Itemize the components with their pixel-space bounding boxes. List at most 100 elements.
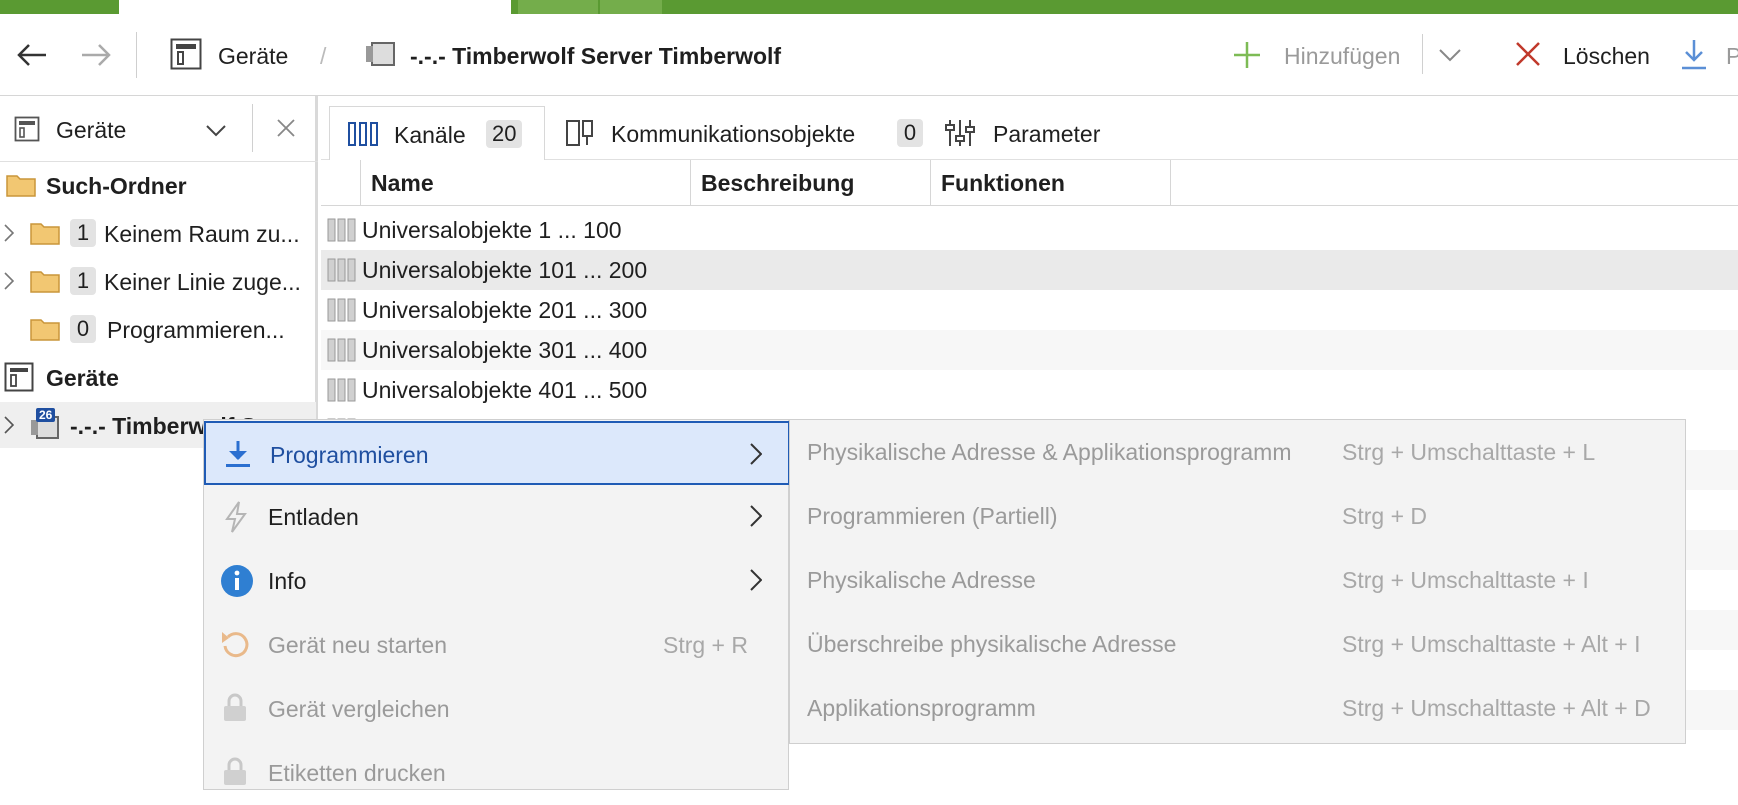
submenu-item-label: Physikalische Adresse [807, 567, 1036, 593]
row-name: Universalobjekte 1 ... 100 [362, 217, 622, 243]
chevron-right-icon[interactable] [4, 272, 14, 290]
tree-item-label: Such-Ordner [46, 173, 187, 199]
breadcrumb-root[interactable]: Geräte [218, 42, 288, 70]
tab-bar: Kanäle 20 Kommunikationsobjekte 0 Parame… [321, 96, 1738, 160]
lock-icon [222, 693, 248, 723]
close-icon[interactable] [276, 118, 296, 138]
count-badge: 20 [486, 120, 523, 148]
chevron-right-icon[interactable] [4, 224, 14, 242]
channel-icon [327, 338, 357, 362]
menu-item-label: Info [268, 568, 307, 594]
submenu-item-application-program[interactable]: Applikationsprogramm Strg + Umschalttast… [790, 676, 1685, 740]
chevron-right-icon [750, 569, 762, 591]
submenu-item-shortcut: Strg + Umschalttaste + Alt + I [1342, 631, 1641, 657]
submenu-item-shortcut: Strg + Umschalttaste + L [1342, 439, 1596, 465]
submenu-item-label: Applikationsprogramm [807, 695, 1036, 721]
tree-item-label: Geräte [46, 365, 119, 391]
devices-icon [14, 116, 40, 142]
menu-item-info[interactable]: Info [204, 549, 790, 613]
row-name: Universalobjekte 401 ... 500 [362, 377, 648, 403]
menu-item-unload[interactable]: Entladen [204, 485, 790, 549]
truncated-button[interactable]: P [1726, 42, 1738, 70]
tab-communication-objects[interactable]: Kommunikationsobjekte 0 [561, 106, 935, 160]
view-selector[interactable]: Geräte [56, 116, 126, 144]
tab-parameters[interactable]: Parameter [945, 106, 1125, 160]
breadcrumb-separator: / [320, 43, 327, 69]
chevron-right-icon[interactable] [4, 416, 14, 434]
folder-icon [30, 220, 60, 246]
tree-item-label: Programmieren... [107, 317, 285, 343]
menu-item-label: Programmieren [270, 442, 429, 468]
close-icon[interactable] [1514, 40, 1542, 68]
menu-item-program[interactable]: Programmieren [204, 421, 790, 485]
sliders-icon [945, 118, 975, 148]
title-strip-segment[interactable] [518, 0, 598, 14]
restart-icon [220, 629, 252, 659]
menu-item-restart-device[interactable]: Gerät neu starten Strg + R [204, 613, 790, 677]
submenu-item-overwrite-address[interactable]: Überschreibe physikalische Adresse Strg … [790, 612, 1685, 676]
menu-item-shortcut: Strg + R [662, 632, 748, 658]
delete-button[interactable]: Löschen [1563, 42, 1650, 70]
devices-icon [170, 38, 202, 70]
row-name: Universalobjekte 201 ... 300 [362, 297, 648, 323]
table-row[interactable]: Universalobjekte 101 ... 200 [321, 250, 1738, 290]
view-selector-bar: Geräte [0, 96, 318, 162]
download-icon [224, 439, 252, 469]
count-badge: 1 [70, 267, 96, 295]
count-badge: 1 [70, 219, 96, 247]
channel-icon [327, 378, 357, 402]
window-title-strip [0, 0, 1738, 14]
channels-icon [348, 121, 378, 147]
toolbar-divider [1422, 34, 1423, 74]
column-header-row: Name Beschreibung Funktionen [321, 160, 1738, 206]
devices-icon [4, 362, 34, 392]
channel-icon [327, 218, 357, 242]
context-menu: Programmieren Entladen Info Gerät neu st… [203, 419, 790, 790]
count-badge: 0 [897, 119, 923, 147]
table-row[interactable]: Universalobjekte 401 ... 500 [321, 370, 1738, 410]
submenu-item-address-and-application[interactable]: Physikalische Adresse & Applikationsprog… [790, 420, 1685, 484]
arrow-right-icon[interactable] [80, 42, 112, 68]
channel-icon [327, 298, 357, 322]
menu-item-label: Gerät neu starten [268, 632, 447, 658]
menu-item-label: Gerät vergleichen [268, 696, 450, 722]
chevron-right-icon [750, 505, 762, 527]
tree-item[interactable]: 0 Programmieren... [0, 306, 316, 352]
plus-icon[interactable] [1232, 40, 1262, 70]
tab-label: Parameter [993, 121, 1101, 147]
title-strip-segment[interactable] [600, 0, 662, 14]
download-icon[interactable] [1680, 38, 1708, 70]
breadcrumb-device[interactable]: -.-.- Timberwolf Server Timberwolf [410, 42, 781, 70]
active-document-tab[interactable] [119, 0, 511, 14]
chevron-down-icon[interactable] [205, 124, 227, 138]
submenu-item-partial-program[interactable]: Programmieren (Partiell) Strg + D [790, 484, 1685, 548]
programming-submenu: Physikalische Adresse & Applikationsprog… [789, 419, 1686, 744]
tree-item-label: Keiner Linie zuge... [104, 269, 301, 295]
table-row[interactable]: Universalobjekte 301 ... 400 [321, 330, 1738, 370]
tree-item[interactable]: 1 Keinem Raum zu... [0, 210, 316, 256]
count-badge: 0 [70, 315, 96, 343]
tree-item-devices-root[interactable]: Geräte [0, 354, 316, 400]
arrow-left-icon[interactable] [16, 42, 48, 68]
channel-icon [327, 258, 357, 282]
tree-item-search-folder[interactable]: Such-Ordner [0, 162, 316, 208]
tab-channels[interactable]: Kanäle 20 [329, 106, 545, 160]
submenu-item-physical-address[interactable]: Physikalische Adresse Strg + Umschalttas… [790, 548, 1685, 612]
add-button[interactable]: Hinzufügen [1284, 42, 1400, 70]
device-icon [364, 40, 396, 68]
column-header-icon [321, 160, 361, 206]
table-row[interactable]: Universalobjekte 201 ... 300 [321, 290, 1738, 330]
submenu-item-label: Programmieren (Partiell) [807, 503, 1058, 529]
menu-item-print-labels[interactable]: Etiketten drucken [204, 741, 790, 805]
tree-item[interactable]: 1 Keiner Linie zuge... [0, 258, 316, 304]
submenu-item-label: Überschreibe physikalische Adresse [807, 631, 1177, 657]
column-header-name[interactable]: Name [361, 160, 691, 206]
submenu-item-shortcut: Strg + Umschalttaste + I [1342, 567, 1589, 593]
menu-item-compare-device[interactable]: Gerät vergleichen [204, 677, 790, 741]
table-row[interactable]: Universalobjekte 1 ... 100 [321, 210, 1738, 250]
chevron-right-icon [750, 443, 762, 465]
row-name: Universalobjekte 101 ... 200 [362, 257, 648, 283]
chevron-down-icon[interactable] [1438, 48, 1462, 62]
column-header-description[interactable]: Beschreibung [691, 160, 931, 206]
column-header-functions[interactable]: Funktionen [931, 160, 1171, 206]
